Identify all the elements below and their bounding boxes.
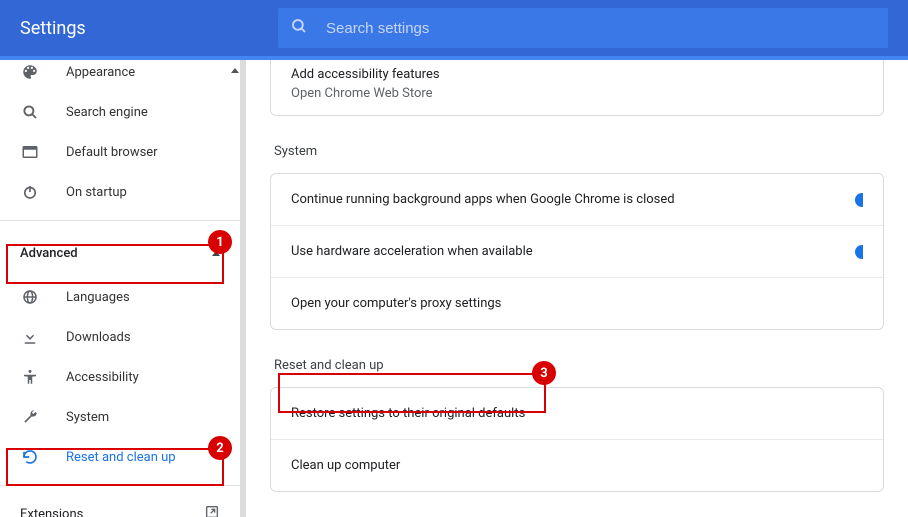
annotation-badge-2: 2	[208, 436, 232, 460]
content: Add accessibility features Open Chrome W…	[246, 60, 908, 517]
sidebar: Appearance Search engine Default browser…	[0, 60, 240, 517]
accessibility-icon	[20, 367, 40, 387]
open-external-icon	[204, 504, 220, 517]
section-heading-system: System	[274, 144, 884, 159]
reset-row-restore-defaults[interactable]: Restore settings to their original defau…	[271, 388, 883, 439]
sidebar-extensions[interactable]: Extensions	[0, 494, 240, 517]
sidebar-item-label: Downloads	[66, 330, 131, 345]
annotation-badge-1: 1	[208, 230, 232, 254]
sidebar-item-downloads[interactable]: Downloads	[0, 317, 240, 357]
system-card: Continue running background apps when Go…	[270, 173, 884, 330]
download-icon	[20, 327, 40, 347]
toggle-on-icon[interactable]	[855, 193, 863, 207]
sidebar-advanced[interactable]: Advanced	[0, 229, 240, 277]
power-icon	[20, 182, 40, 202]
toggle-on-icon[interactable]	[855, 245, 863, 259]
divider	[0, 220, 240, 221]
restore-icon	[20, 447, 40, 467]
accessibility-card[interactable]: Add accessibility features Open Chrome W…	[270, 60, 884, 116]
sidebar-item-label: Reset and clean up	[66, 450, 176, 465]
sidebar-item-accessibility[interactable]: Accessibility	[0, 357, 240, 397]
sidebar-item-label: System	[66, 410, 109, 425]
scroll-up-arrow[interactable]	[231, 68, 239, 73]
search-box[interactable]	[278, 8, 888, 48]
sidebar-item-label: Accessibility	[66, 370, 139, 385]
extensions-label: Extensions	[20, 507, 83, 517]
globe-icon	[20, 287, 40, 307]
reset-row-cleanup[interactable]: Clean up computer	[271, 439, 883, 491]
row-label: Restore settings to their original defau…	[291, 406, 525, 421]
a11y-title: Add accessibility features	[291, 67, 863, 82]
system-row-hw-accel[interactable]: Use hardware acceleration when available	[271, 225, 883, 277]
section-heading-reset: Reset and clean up	[274, 358, 884, 373]
sidebar-item-label: On startup	[66, 185, 127, 200]
advanced-label: Advanced	[20, 246, 78, 261]
row-label: Clean up computer	[291, 458, 400, 473]
reset-card: Restore settings to their original defau…	[270, 387, 884, 492]
sidebar-item-appearance[interactable]: Appearance	[0, 60, 240, 92]
sidebar-item-label: Search engine	[66, 105, 148, 120]
sidebar-item-default-browser[interactable]: Default browser	[0, 132, 240, 172]
magnifier-icon	[20, 102, 40, 122]
sidebar-item-on-startup[interactable]: On startup	[0, 172, 240, 212]
sidebar-item-languages[interactable]: Languages	[0, 277, 240, 317]
browser-icon	[20, 142, 40, 162]
app-title: Settings	[20, 18, 278, 39]
row-label: Open your computer's proxy settings	[291, 296, 501, 311]
divider	[0, 485, 240, 486]
sidebar-item-label: Languages	[66, 290, 130, 305]
sidebar-item-reset-cleanup[interactable]: Reset and clean up	[0, 437, 240, 477]
search-icon	[290, 17, 308, 39]
wrench-icon	[20, 407, 40, 427]
search-input[interactable]	[326, 20, 876, 37]
row-label: Continue running background apps when Go…	[291, 192, 675, 207]
system-row-proxy[interactable]: Open your computer's proxy settings	[271, 277, 883, 329]
sidebar-item-label: Default browser	[66, 145, 158, 160]
sidebar-item-label: Appearance	[66, 65, 135, 80]
sidebar-item-system[interactable]: System	[0, 397, 240, 437]
sidebar-item-search-engine[interactable]: Search engine	[0, 92, 240, 132]
header: Settings	[0, 0, 908, 56]
annotation-badge-3: 3	[532, 361, 556, 385]
a11y-subtitle: Open Chrome Web Store	[291, 86, 863, 101]
system-row-bg-apps[interactable]: Continue running background apps when Go…	[271, 174, 883, 225]
row-label: Use hardware acceleration when available	[291, 244, 533, 259]
palette-icon	[20, 62, 40, 82]
